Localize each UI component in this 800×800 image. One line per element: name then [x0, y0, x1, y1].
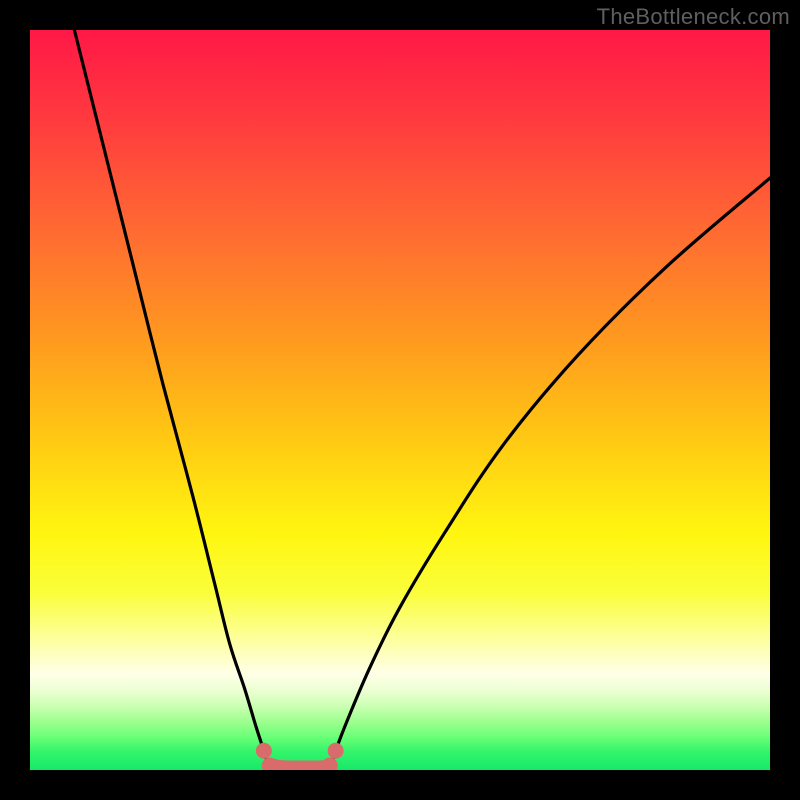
accent-band: [270, 766, 330, 769]
accent-dot-left: [256, 743, 272, 759]
frame: TheBottleneck.com: [0, 0, 800, 800]
watermark-text: TheBottleneck.com: [597, 4, 790, 30]
valley-accent: [30, 30, 770, 770]
accent-dot-right: [328, 743, 344, 759]
plot-area: [30, 30, 770, 770]
